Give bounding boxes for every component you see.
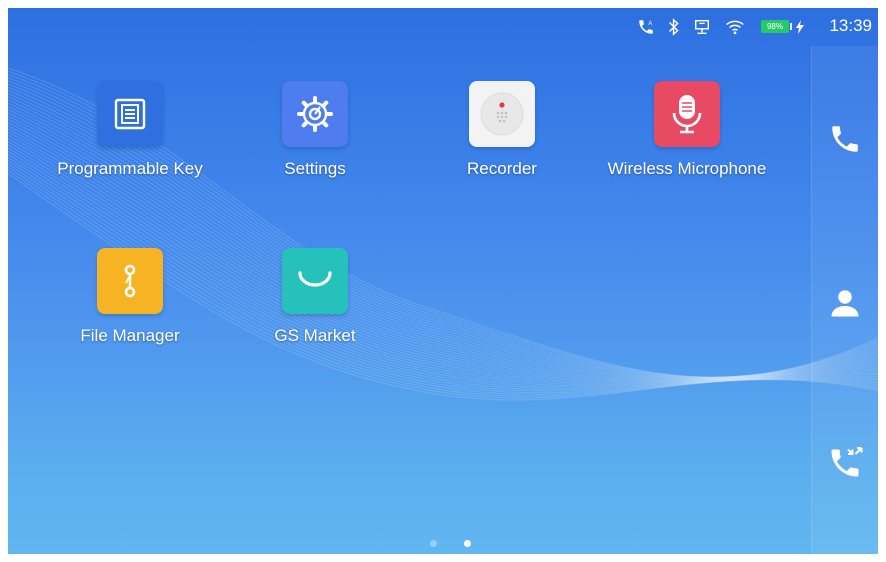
- folder-zipper-icon: [97, 248, 163, 314]
- battery-icon: 98%: [761, 20, 789, 33]
- app-label: Settings: [284, 159, 346, 178]
- app-label: GS Market: [274, 326, 356, 345]
- app-settings[interactable]: Settings: [220, 81, 410, 179]
- status-bar: A 98% 13:39: [8, 8, 878, 46]
- gear-icon: [282, 81, 348, 147]
- app-programmable-key[interactable]: Programmable Key: [35, 81, 225, 179]
- battery-level: 98%: [766, 22, 783, 31]
- phone-icon[interactable]: [822, 116, 868, 162]
- right-dock: [811, 46, 878, 554]
- home-screen: A 98% 13:39 Programmable Key Settings Re…: [8, 8, 878, 554]
- app-label: Wireless Microphone: [607, 159, 767, 178]
- battery-cap: [790, 23, 792, 30]
- app-recorder[interactable]: Recorder: [407, 81, 597, 179]
- app-label: Programmable Key: [57, 159, 203, 178]
- call-forward-icon: A: [636, 17, 656, 37]
- call-history-icon[interactable]: [822, 440, 868, 486]
- page-dot-2-active[interactable]: [464, 540, 471, 547]
- contacts-icon[interactable]: [822, 280, 868, 326]
- microphone-icon: [654, 81, 720, 147]
- page-dot-1[interactable]: [430, 540, 437, 547]
- wifi-icon: [724, 17, 746, 37]
- app-label: Recorder: [467, 159, 537, 178]
- app-gs-market[interactable]: GS Market: [220, 248, 410, 346]
- market-bag-icon: [282, 248, 348, 314]
- charging-icon: [795, 17, 805, 37]
- app-label: File Manager: [80, 326, 180, 345]
- svg-text:A: A: [648, 21, 652, 27]
- network-icon: [692, 17, 712, 37]
- keypad-list-icon: [97, 81, 163, 147]
- status-clock: 13:39: [829, 16, 872, 35]
- app-file-manager[interactable]: File Manager: [35, 248, 225, 346]
- app-wireless-microphone[interactable]: Wireless Microphone: [592, 81, 782, 179]
- recorder-icon: [469, 81, 535, 147]
- bluetooth-icon: [666, 17, 682, 37]
